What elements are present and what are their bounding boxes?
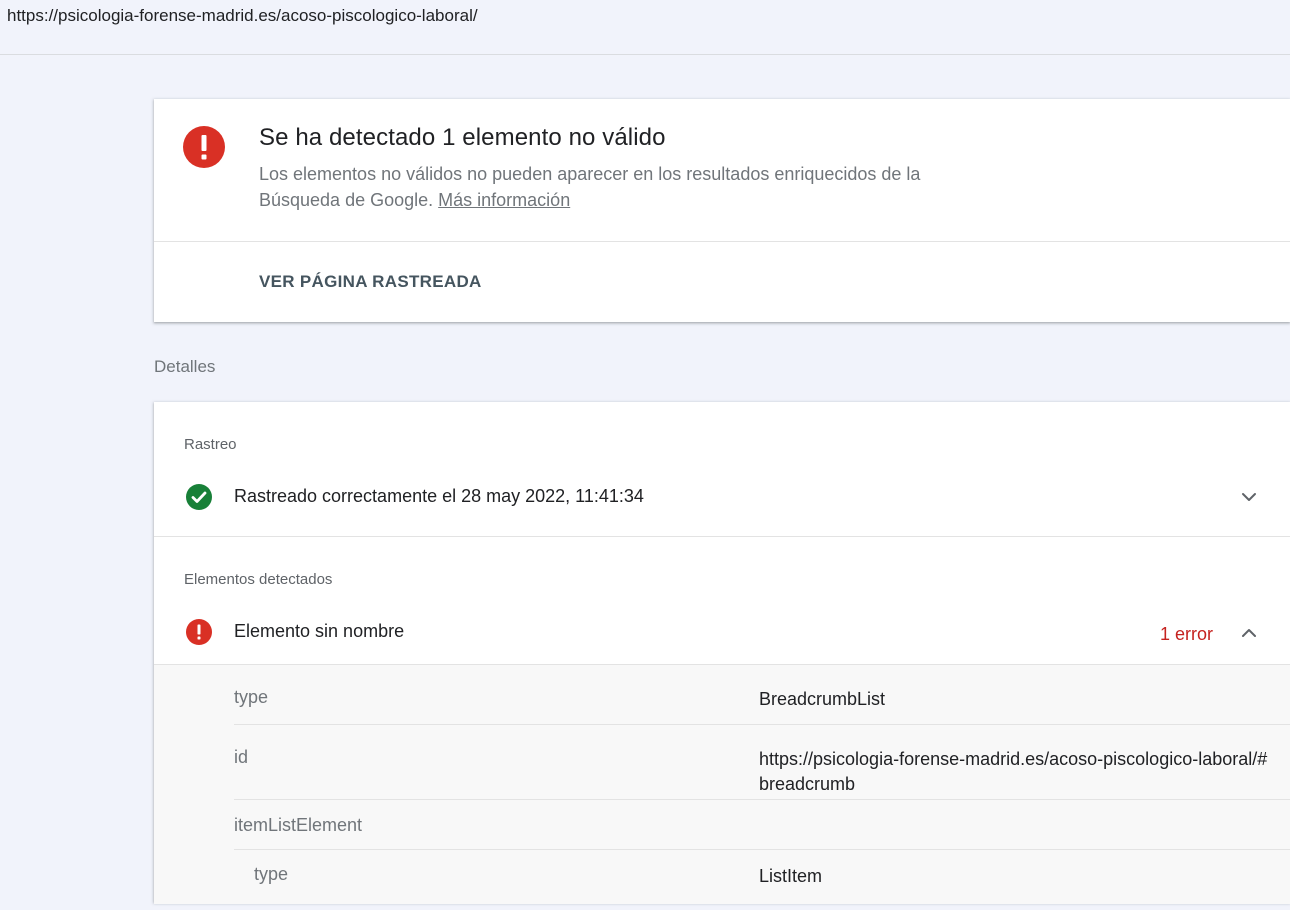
property-key: type (234, 687, 269, 707)
summary-divider (154, 241, 1290, 242)
property-row: type BreadcrumbList (234, 665, 1290, 725)
crawl-status-text: Rastreado correctamente el 28 may 2022, … (234, 486, 644, 506)
property-value: BreadcrumbList (759, 689, 886, 709)
section-divider (154, 536, 1290, 537)
more-info-link[interactable]: Más información (438, 190, 570, 210)
property-value: ListItem (759, 866, 823, 886)
item-properties-table: type BreadcrumbList id https://psicologi… (154, 664, 1290, 904)
property-row: type ListItem (234, 850, 1290, 910)
property-key: itemListElement (234, 815, 363, 835)
view-crawled-page-button[interactable]: VER PÁGINA RASTREADA (259, 272, 482, 292)
details-heading: Detalles (154, 357, 216, 376)
detected-item-name[interactable]: Elemento sin nombre (234, 621, 404, 642)
property-key: type (254, 864, 289, 884)
check-circle-icon (186, 484, 212, 510)
error-icon (183, 126, 225, 168)
summary-description: Los elementos no válidos no pueden apare… (259, 161, 979, 213)
error-count-badge: 1 error (1160, 624, 1214, 644)
page-url: https://psicologia-forense-madrid.es/aco… (7, 6, 478, 25)
details-card: Rastreo Rastreado correctamente el 28 ma… (154, 402, 1290, 904)
invalid-items-summary-card: Se ha detectado 1 elemento no válido Los… (154, 99, 1290, 322)
chevron-down-icon[interactable] (1238, 486, 1260, 508)
summary-description-text: Los elementos no válidos no pueden apare… (259, 164, 921, 210)
summary-title: Se ha detectado 1 elemento no válido (259, 124, 666, 151)
error-icon (186, 619, 212, 645)
chevron-up-icon[interactable] (1238, 622, 1260, 644)
property-value: https://psicologia-forense-madrid.es/aco… (759, 749, 1268, 794)
crawl-section-label: Rastreo (184, 436, 237, 453)
property-row: id https://psicologia-forense-madrid.es/… (234, 725, 1290, 800)
property-row: itemListElement (234, 800, 1290, 850)
detected-items-section-label: Elementos detectados (184, 571, 333, 588)
property-key: id (234, 747, 249, 767)
url-bar: https://psicologia-forense-madrid.es/aco… (0, 0, 1290, 55)
